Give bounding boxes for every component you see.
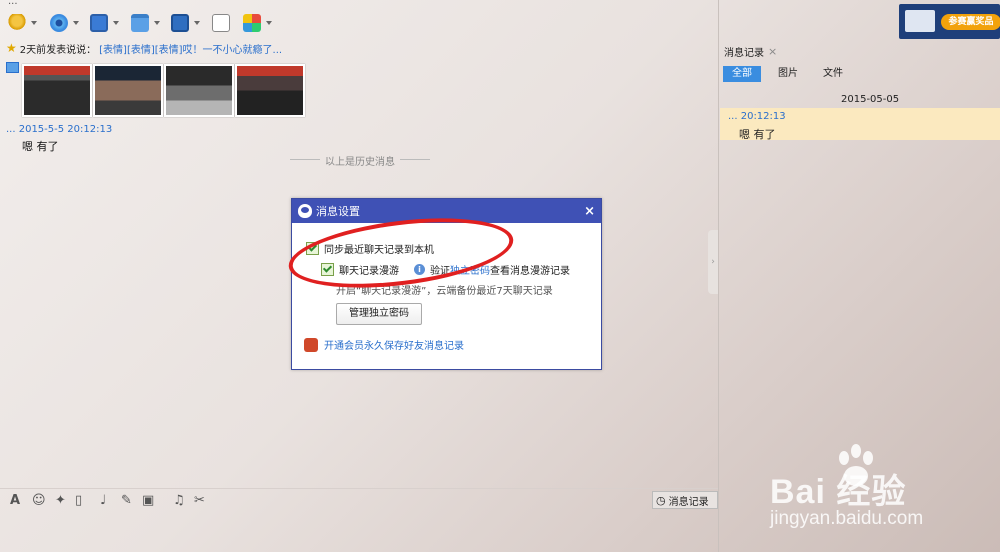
message-history-button[interactable]: ◷ 消息记录 — [652, 491, 718, 509]
input-toolbar: A ☺ ✦ ▯ ♩ ✎ ▣ ♫ ✂ ◷ 消息记录 — [0, 488, 718, 511]
music-icon[interactable]: ♫ — [173, 493, 185, 508]
top-ellipsis: ... — [8, 0, 18, 7]
close-icon[interactable]: × — [584, 204, 595, 219]
folder-icon — [131, 14, 149, 32]
message-text: 嗯 有了 — [22, 140, 59, 153]
tab-files[interactable]: 文件 — [816, 66, 850, 82]
edit-image-icon[interactable]: ✎ — [121, 493, 132, 508]
photo-icon — [6, 62, 19, 73]
photo-thumbnail[interactable] — [164, 64, 234, 117]
watermark-url: jingyan.baidu.com — [770, 508, 924, 529]
promo-button[interactable]: 参赛赢奖品 — [941, 14, 1000, 30]
photo-thumbnail[interactable] — [235, 64, 305, 117]
screen-share-button[interactable] — [90, 12, 119, 34]
history-panel-header: 消息记录 × — [724, 44, 777, 59]
image-icon[interactable]: ▣ — [142, 493, 154, 508]
friend-status: ★ 2天前发表说说： [表情][表情][表情]哎！一不小心就瘾了... — [6, 41, 282, 56]
font-icon[interactable]: A — [10, 493, 20, 508]
status-prefix: 2天前发表说说： — [19, 44, 97, 56]
send-file-button[interactable] — [131, 12, 160, 34]
remote-desktop-icon — [171, 14, 189, 32]
remote-assist-button[interactable] — [171, 12, 200, 34]
photo-thumbnail[interactable] — [22, 64, 92, 117]
gif-icon[interactable]: ▯ — [75, 493, 82, 508]
baidu-watermark: Bai 经验 jingyan.baidu.com — [770, 440, 990, 540]
watermark-brand: Bai 经验 — [770, 473, 907, 511]
history-entry[interactable]: ... 20:12:13 嗯 有了 — [720, 108, 1000, 141]
video-call-button[interactable] — [50, 12, 79, 34]
clock-icon: ◷ — [656, 493, 666, 507]
camera-icon — [50, 14, 68, 32]
history-button-label: 消息记录 — [668, 496, 709, 508]
chat-toolbar: ... — [0, 0, 718, 38]
tablet-icon — [905, 10, 935, 32]
history-date: 2015-05-05 — [841, 94, 900, 105]
vip-icon — [304, 337, 318, 352]
tab-all[interactable]: 全部 — [723, 66, 761, 82]
verify-suffix: 查看消息漫游记录 — [490, 266, 570, 277]
tab-images[interactable]: 图片 — [771, 66, 805, 82]
vip-promo[interactable]: 开通会员永久保存好友消息记录 — [304, 337, 464, 352]
emoji-icon[interactable]: ☺ — [32, 493, 46, 508]
history-separator: 以上是历史消息 — [290, 153, 430, 168]
promo-banner[interactable]: 参赛赢奖品 — [899, 4, 1000, 39]
close-icon[interactable]: × — [768, 45, 777, 58]
add-chat-icon — [212, 14, 230, 32]
voice-call-button[interactable] — [8, 12, 37, 34]
photo-thumbnail[interactable] — [93, 64, 163, 117]
star-icon: ★ — [6, 41, 17, 55]
apps-button[interactable] — [243, 12, 272, 34]
history-entry-text: 嗯 有了 — [739, 128, 776, 141]
collapse-handle[interactable]: › — [708, 230, 718, 294]
message-time: ... 2015-5-5 20:12:13 — [6, 124, 113, 135]
qq-penguin-icon — [298, 204, 312, 218]
microphone-icon — [8, 14, 26, 32]
manage-password-button[interactable]: 管理独立密码 — [336, 303, 422, 325]
status-link[interactable]: [表情][表情][表情]哎！一不小心就瘾了... — [99, 41, 282, 56]
history-panel-title: 消息记录 — [724, 48, 764, 59]
dialog-title: 消息设置 — [316, 205, 360, 218]
vip-link[interactable]: 开通会员永久保存好友消息记录 — [324, 337, 464, 352]
voice-message-icon[interactable]: ♩ — [100, 493, 106, 508]
chat-message: ... 2015-5-5 20:12:13 嗯 有了 — [6, 124, 112, 154]
shake-icon[interactable]: ✦ — [55, 493, 66, 508]
apps-grid-icon — [243, 14, 261, 32]
monitor-icon — [90, 14, 108, 32]
history-entry-time: ... 20:12:13 — [728, 111, 786, 122]
screenshot-scissors-icon[interactable]: ✂ — [194, 493, 205, 508]
create-group-button[interactable] — [212, 12, 230, 34]
